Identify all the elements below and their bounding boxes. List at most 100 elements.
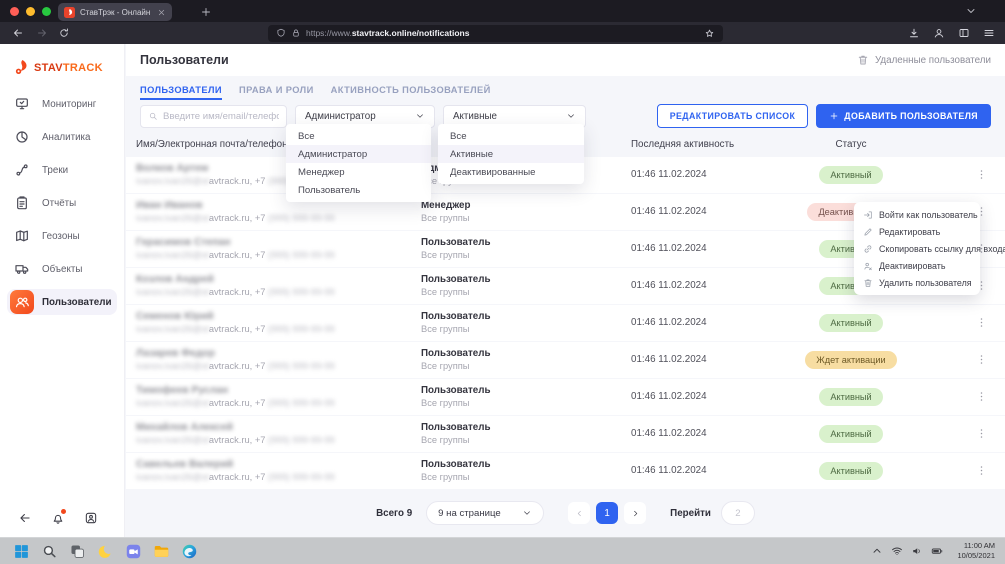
tab-close-icon[interactable]	[157, 8, 166, 17]
goto-label: Перейти	[670, 508, 711, 519]
task-view-icon[interactable]	[69, 543, 86, 560]
row-menu-button[interactable]	[975, 316, 988, 329]
battery-icon[interactable]	[931, 545, 943, 557]
tab-rights[interactable]: ПРАВА И РОЛИ	[239, 85, 314, 100]
volume-icon[interactable]	[911, 545, 923, 557]
status-filter-dropdown: Все Активные Деактивированные	[438, 124, 584, 184]
user-name: Михайлов Алексей	[136, 421, 421, 434]
tab-overflow-chevron-icon[interactable]	[965, 5, 977, 17]
clock-date: 10/05/2021	[957, 551, 995, 561]
user-contact: ivanov.ivan26@stavtrack.ru, +7 (999) 999…	[136, 286, 421, 298]
chevron-right-icon	[631, 509, 640, 518]
user-role: Пользователь	[421, 384, 631, 397]
sidebar-panel-icon[interactable]	[958, 27, 970, 39]
last-activity: 01:46 11.02.2024	[631, 465, 791, 476]
deleted-users-link[interactable]: Удаленные пользователи	[857, 54, 991, 66]
sidebar-footer-button[interactable]	[18, 511, 32, 525]
sidebar-item-reports[interactable]: Отчёты	[7, 190, 117, 216]
window-minimize-button[interactable]	[26, 7, 35, 16]
last-activity: 01:46 11.02.2024	[631, 169, 791, 180]
window-zoom-button[interactable]	[42, 7, 51, 16]
goto-page-input[interactable]	[721, 501, 755, 525]
url-bar[interactable]: https://www.stavtrack.online/notificatio…	[268, 25, 723, 42]
add-user-button[interactable]: ДОБАВИТЬ ПОЛЬЗОВАТЕЛЯ	[816, 104, 991, 128]
user-name: Лазарев Федор	[136, 347, 421, 360]
download-icon[interactable]	[908, 27, 920, 39]
chevron-up-small-icon[interactable]	[871, 545, 883, 557]
wifi-icon[interactable]	[891, 545, 903, 557]
context-menu-item-label: Скопировать ссылку для входа	[879, 244, 1005, 254]
file-explorer-icon[interactable]	[153, 543, 170, 560]
sidebar-item-users[interactable]: Пользователи	[7, 289, 117, 315]
browser-tab[interactable]: СтавТрэк - Онлайн мониторин	[58, 3, 172, 21]
main-content: Пользователи Удаленные пользователи ПОЛЬ…	[126, 44, 1005, 537]
last-activity: 01:46 11.02.2024	[631, 243, 791, 254]
dropdown-option[interactable]: Все	[438, 127, 584, 145]
sidebar-item-tracks[interactable]: Треки	[7, 157, 117, 183]
context-menu-item[interactable]: Редактировать	[854, 223, 980, 240]
win-start-icon[interactable]	[13, 543, 30, 560]
dropdown-option[interactable]: Менеджер	[286, 163, 431, 181]
row-menu-button[interactable]	[975, 168, 988, 181]
back-icon[interactable]	[12, 27, 24, 39]
app-logo[interactable]: STAVTRACK	[0, 44, 124, 77]
user-name: Герасимов Степан	[136, 236, 421, 249]
taskbar: 11:00 AM 10/05/2021	[0, 537, 1005, 564]
menu-icon[interactable]	[983, 27, 995, 39]
user-role: Пользователь	[421, 347, 631, 360]
user-contact: ivanov.ivan26@stavtrack.ru, +7 (999) 999…	[136, 323, 421, 335]
night-app-icon[interactable]	[97, 543, 114, 560]
dropdown-option[interactable]: Пользователь	[286, 181, 431, 199]
user-group: Все группы	[421, 397, 631, 410]
context-menu-item[interactable]: Деактивировать	[854, 257, 980, 274]
win-search-icon[interactable]	[41, 543, 58, 560]
bookmark-star-icon[interactable]	[704, 28, 715, 39]
row-menu-button[interactable]	[975, 464, 988, 477]
clock[interactable]: 11:00 AM 10/05/2021	[957, 541, 995, 561]
user-group: Все группы	[421, 212, 631, 225]
search-icon	[148, 111, 158, 121]
reload-icon[interactable]	[58, 27, 70, 39]
account-icon[interactable]	[933, 27, 945, 39]
row-menu-button[interactable]	[975, 353, 988, 366]
context-menu-item[interactable]: Скопировать ссылку для входа	[854, 240, 980, 257]
dropdown-option[interactable]: Администратор	[286, 145, 431, 163]
dropdown-option[interactable]: Все	[286, 127, 431, 145]
prev-page-button[interactable]	[568, 502, 590, 524]
sidebar-footer-button[interactable]	[84, 511, 98, 525]
tab-users[interactable]: ПОЛЬЗОВАТЕЛИ	[140, 85, 222, 100]
edge-browser-icon[interactable]	[181, 543, 198, 560]
geozones-icon	[10, 224, 34, 248]
table-row: Михайлов Алексей ivanov.ivan26@stavtrack…	[126, 416, 1005, 452]
shield-icon[interactable]	[276, 28, 286, 38]
new-tab-button[interactable]	[198, 4, 214, 20]
dropdown-option[interactable]: Деактивированные	[438, 163, 584, 181]
current-page[interactable]: 1	[596, 502, 618, 524]
search-input[interactable]	[163, 111, 279, 122]
context-menu-item[interactable]: Удалить пользователя	[854, 274, 980, 291]
forward-icon[interactable]	[36, 27, 48, 39]
trash-icon	[857, 54, 869, 66]
per-page-select[interactable]: 9 на странице	[426, 501, 544, 525]
window-close-button[interactable]	[10, 7, 19, 16]
chat-app-icon[interactable]	[125, 543, 142, 560]
row-menu-button[interactable]	[975, 390, 988, 403]
row-menu-button[interactable]	[975, 427, 988, 440]
next-page-button[interactable]	[624, 502, 646, 524]
window-controls	[10, 7, 51, 16]
sidebar-item-geozones[interactable]: Геозоны	[7, 223, 117, 249]
status-badge: Активный	[819, 388, 882, 406]
sidebar-item-objects[interactable]: Объекты	[7, 256, 117, 282]
sidebar-footer-button[interactable]	[51, 511, 65, 525]
sidebar-item-monitoring[interactable]: Мониторинг	[7, 91, 117, 117]
tab-activity[interactable]: АКТИВНОСТЬ ПОЛЬЗОВАТЕЛЕЙ	[331, 85, 491, 100]
user-group: Все группы	[421, 434, 631, 447]
sidebar-item-analytics[interactable]: Аналитика	[7, 124, 117, 150]
context-menu-item[interactable]: Войти как пользователь	[854, 206, 980, 223]
edit-list-button[interactable]: РЕДАКТИРОВАТЬ СПИСОК	[657, 104, 809, 128]
context-menu-item-label: Войти как пользователь	[879, 210, 978, 220]
column-header-status: Статус	[791, 139, 911, 150]
dropdown-option[interactable]: Активные	[438, 145, 584, 163]
brand-flame-icon	[12, 58, 31, 77]
sidebar-item-label: Пользователи	[42, 297, 111, 308]
